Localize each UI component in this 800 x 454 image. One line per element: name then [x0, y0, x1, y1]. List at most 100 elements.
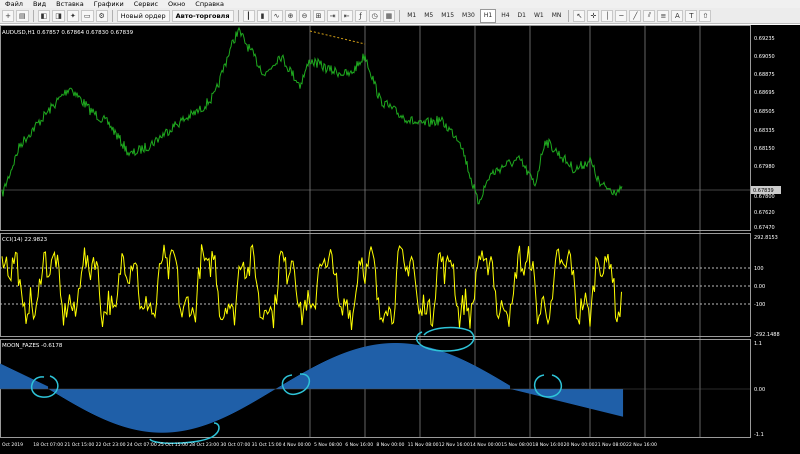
channel-icon[interactable]: ⫽: [643, 9, 656, 22]
chart-shift-icon[interactable]: ⇤: [340, 9, 353, 22]
moon-bar: [149, 389, 151, 433]
line-chart-icon[interactable]: ∿: [270, 9, 283, 22]
market-watch-icon[interactable]: ◧: [37, 9, 51, 22]
user-trendline[interactable]: [309, 30, 366, 45]
moon-bar: [73, 389, 75, 404]
moon-bar: [315, 366, 317, 389]
moon-bar: [616, 389, 618, 416]
moon-bar: [181, 389, 183, 432]
chart-canvas[interactable]: AUDUSD,H1 0.67857 0.67864 0.67830 0.6783…: [0, 25, 800, 454]
trendline-icon[interactable]: ╱: [629, 9, 642, 22]
moon-bar: [217, 389, 219, 421]
profiles-icon[interactable]: ▤: [16, 9, 29, 22]
moon-bar: [186, 389, 188, 431]
moon-bar: [155, 389, 157, 433]
moon-bar: [70, 389, 72, 403]
bar-chart-icon[interactable]: ┃: [242, 9, 255, 22]
moon-bar: [241, 389, 243, 409]
moon-bar: [468, 362, 470, 389]
moon-bar: [620, 389, 622, 417]
chart-window[interactable]: AUDUSD,H1 0.67857 0.67864 0.67830 0.6783…: [0, 25, 800, 454]
timeframe-m5[interactable]: M5: [421, 10, 436, 22]
fibo-icon[interactable]: ≡: [657, 9, 670, 22]
moon-histogram: [0, 343, 624, 433]
moon-bar: [613, 389, 615, 415]
timeframe-m1[interactable]: M1: [404, 10, 419, 22]
moon-bar: [330, 358, 332, 389]
periods-icon[interactable]: ◷: [368, 9, 381, 22]
menu-charts[interactable]: Графики: [89, 0, 129, 8]
candle-chart-icon[interactable]: ▮: [256, 9, 269, 22]
moon-bar: [41, 383, 43, 389]
zoom-out-icon[interactable]: ⊖: [298, 9, 311, 22]
moon-bar: [415, 344, 417, 389]
moon-bar: [382, 343, 384, 389]
moon-bar: [131, 389, 133, 429]
moon-bar: [368, 345, 370, 389]
moon-bar: [598, 389, 600, 411]
tester-icon[interactable]: ⚙: [95, 9, 108, 22]
moon-bar: [414, 344, 416, 389]
moon-bar: [71, 389, 73, 403]
moon-bar: [597, 389, 599, 411]
indicators-icon[interactable]: ƒ: [354, 9, 367, 22]
moon-bar: [242, 389, 244, 409]
horizontal-line-icon[interactable]: ─: [615, 9, 628, 22]
moon-bar: [421, 345, 423, 389]
data-window-icon[interactable]: ◨: [52, 9, 65, 22]
menu-tools[interactable]: Сервис: [129, 0, 163, 8]
tile-windows-icon[interactable]: ⊞: [312, 9, 325, 22]
timeframe-h4[interactable]: H4: [498, 10, 512, 22]
timeframe-h1[interactable]: H1: [479, 8, 497, 23]
moon-bar: [520, 389, 522, 392]
label-tool-icon[interactable]: T: [685, 9, 698, 22]
menu-help[interactable]: Справка: [190, 0, 229, 8]
moon-bar: [338, 355, 340, 389]
moon-bar: [29, 377, 31, 389]
zoom-in-icon[interactable]: ⊕: [284, 9, 297, 22]
vertical-line-icon[interactable]: │: [601, 9, 614, 22]
templates-icon[interactable]: ▦: [382, 9, 396, 22]
moon-bar: [99, 389, 101, 418]
menu-window[interactable]: Окно: [163, 0, 190, 8]
terminal-icon[interactable]: ▭: [80, 9, 94, 22]
timeframe-m15[interactable]: M15: [438, 10, 457, 22]
moon-bar: [245, 389, 247, 407]
timeframe-mn[interactable]: MN: [549, 10, 565, 22]
crosshair-icon[interactable]: ✛: [587, 9, 600, 22]
timeframe-d1[interactable]: D1: [515, 10, 529, 22]
auto-trading-button[interactable]: Авто-торговля: [171, 9, 234, 22]
menu-insert[interactable]: Вставка: [51, 0, 89, 8]
moon-bar: [311, 368, 313, 389]
moon-bar: [576, 389, 578, 406]
moon-bar: [226, 389, 228, 417]
moon-bar: [103, 389, 105, 420]
moon-bar: [264, 389, 266, 396]
timeframe-m30[interactable]: M30: [459, 10, 478, 22]
text-tool-icon[interactable]: A: [671, 9, 684, 22]
moon-bar: [37, 381, 39, 389]
new-chart-icon[interactable]: +: [2, 9, 14, 22]
navigator-icon[interactable]: ✦: [66, 9, 79, 22]
moon-bar: [121, 389, 123, 427]
moon-bar: [260, 389, 262, 399]
moon-bar: [478, 367, 480, 389]
moon-bar: [139, 389, 141, 431]
moon-bar: [125, 389, 127, 428]
moon-bar: [233, 389, 235, 413]
moon-bar: [475, 366, 477, 389]
moon-bar: [599, 389, 601, 411]
menu-file[interactable]: Файл: [0, 0, 28, 8]
autoscroll-icon[interactable]: ⇥: [326, 9, 339, 22]
menu-view[interactable]: Вид: [28, 0, 51, 8]
arrows-tool-icon[interactable]: ⇧: [699, 9, 712, 22]
moon-bar: [142, 389, 144, 432]
new-order-button[interactable]: Новый ордер: [116, 9, 170, 22]
moon-bar: [369, 345, 371, 389]
moon-bar: [612, 389, 614, 415]
cursor-icon[interactable]: ↖: [573, 9, 586, 22]
moon-bar: [180, 389, 182, 432]
timeframe-w1[interactable]: W1: [531, 10, 547, 22]
moon-bar: [312, 367, 314, 389]
moon-bar: [413, 344, 415, 389]
